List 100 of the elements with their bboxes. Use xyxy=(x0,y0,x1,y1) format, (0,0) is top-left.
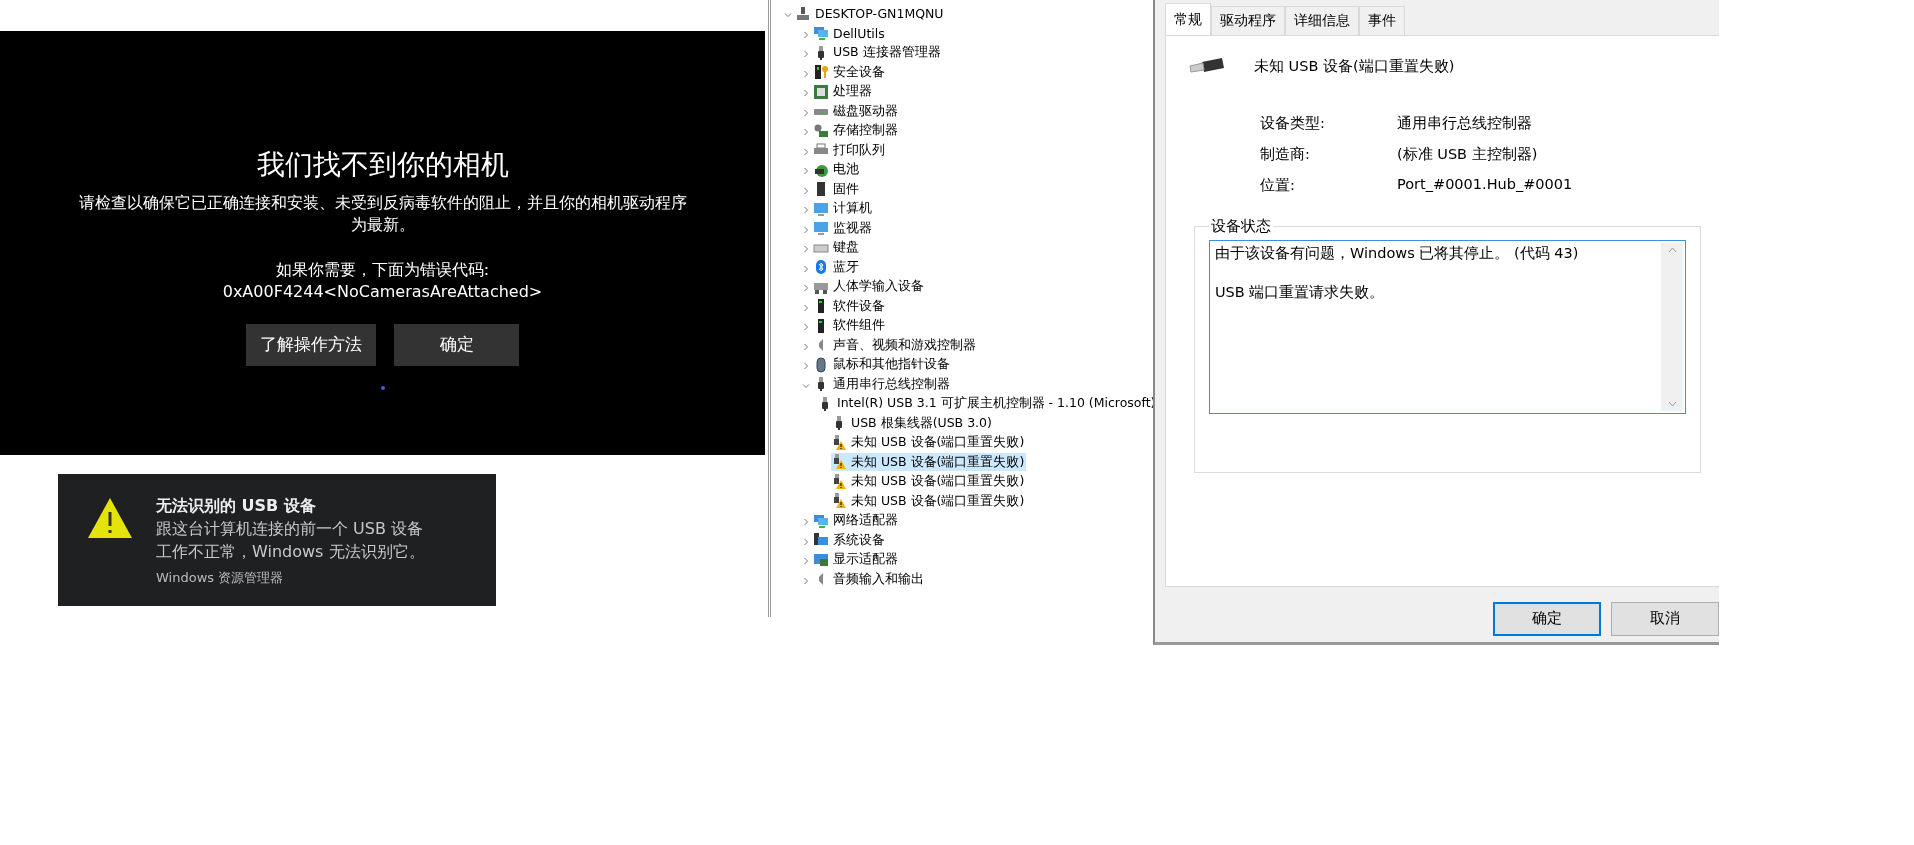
chevron-right-icon[interactable] xyxy=(802,537,810,546)
dialog-button[interactable]: 确定 xyxy=(1493,601,1601,636)
chevron-right-icon[interactable] xyxy=(802,303,810,312)
notification-title: 无法识别的 USB 设备 xyxy=(156,496,317,517)
tree-item[interactable]: 未知 USB 设备(端口重置失败) xyxy=(831,453,1027,472)
tree-item[interactable]: 显示适配器 xyxy=(813,550,900,569)
status-text-field[interactable]: 由于该设备有问题，Windows 已将其停止。 (代码 43) USB 端口重置请求失败。 xyxy=(1209,240,1686,414)
chevron-right-icon[interactable] xyxy=(802,518,810,527)
computer-icon xyxy=(795,5,811,22)
tree-item[interactable]: 磁盘驱动器 xyxy=(813,102,900,121)
tree-item[interactable]: 处理器 xyxy=(813,82,874,101)
dialog-button[interactable]: 确定 xyxy=(394,323,519,366)
chevron-right-icon[interactable] xyxy=(802,69,810,78)
network-icon xyxy=(813,512,829,529)
chevron-right-icon[interactable] xyxy=(802,576,810,585)
tab[interactable]: 详细信息 xyxy=(1285,6,1359,35)
device-name: 未知 USB 设备(端口重置失败) xyxy=(1254,56,1455,76)
tree-item[interactable]: Intel(R) USB 3.1 可扩展主机控制器 - 1.10 (Microsoft) xyxy=(817,394,1158,413)
tree-item[interactable]: 未知 USB 设备(端口重置失败) xyxy=(831,472,1027,491)
chevron-right-icon[interactable] xyxy=(802,89,810,98)
chevron-right-icon[interactable] xyxy=(802,245,810,254)
processor-chip-icon xyxy=(813,83,829,100)
error-code: 0xA00F4244<NoCamerasAreAttached> xyxy=(222,281,543,304)
chevron-right-icon[interactable] xyxy=(802,50,810,59)
tree-item[interactable]: 安全设备 xyxy=(813,63,887,82)
tree-item[interactable]: 人体学输入设备 xyxy=(813,277,926,296)
chevron-right-icon[interactable] xyxy=(802,323,810,332)
tree-item[interactable]: DESKTOP-GN1MQNU xyxy=(795,4,946,23)
chevron-right-icon[interactable] xyxy=(802,264,810,273)
warning-icon xyxy=(86,496,134,540)
chevron-right-icon[interactable] xyxy=(802,128,810,137)
usb-warning-icon xyxy=(831,493,847,510)
tree-item[interactable]: 未知 USB 设备(端口重置失败) xyxy=(831,492,1027,511)
tree-item[interactable]: 系统设备 xyxy=(813,531,887,550)
chevron-right-icon[interactable] xyxy=(802,167,810,176)
chevron-right-icon[interactable] xyxy=(802,186,810,195)
chevron-right-icon[interactable] xyxy=(802,30,810,39)
tree-item[interactable]: 鼠标和其他指针设备 xyxy=(813,355,952,374)
scroll-down-icon[interactable] xyxy=(1667,401,1677,407)
chevron-right-icon[interactable] xyxy=(802,206,810,215)
notification-message: 工作不正常，Windows 无法识别它。 xyxy=(156,541,425,563)
dialog-button[interactable]: 取消 xyxy=(1611,601,1719,636)
error-title: 我们找不到你的相机 xyxy=(256,147,509,183)
tree-item[interactable]: 网络适配器 xyxy=(813,511,900,530)
tab[interactable]: 事件 xyxy=(1359,6,1405,35)
tree-item[interactable]: 打印队列 xyxy=(813,141,887,160)
tab[interactable]: 驱动程序 xyxy=(1211,6,1285,35)
error-code-label: 如果你需要，下面为错误代码: xyxy=(274,258,491,281)
chevron-right-icon[interactable] xyxy=(802,342,810,351)
tree-item[interactable]: 未知 USB 设备(端口重置失败) xyxy=(831,433,1027,452)
property-label: 设备类型: xyxy=(1260,114,1326,133)
chevron-right-icon[interactable] xyxy=(802,557,810,566)
scroll-bar[interactable] xyxy=(1661,243,1683,411)
chevron-right-icon[interactable] xyxy=(802,362,810,371)
bluetooth-icon xyxy=(813,259,829,276)
tree-item[interactable]: 软件组件 xyxy=(813,316,887,335)
tree-item[interactable]: DellUtils xyxy=(813,24,887,43)
tree-item[interactable]: 监视器 xyxy=(813,219,874,238)
chevron-right-icon[interactable] xyxy=(802,108,810,117)
tree-item[interactable]: 通用串行总线控制器 xyxy=(813,375,952,394)
tree-item[interactable]: 蓝牙 xyxy=(813,258,861,277)
tree-item[interactable]: 电池 xyxy=(813,160,861,179)
notification-message: 跟这台计算机连接的前一个 USB 设备 xyxy=(156,519,424,540)
network-icon xyxy=(813,25,829,42)
group-title: 设备状态 xyxy=(1210,217,1272,236)
speaker-icon xyxy=(819,573,823,586)
tree-item[interactable]: 软件设备 xyxy=(813,297,887,316)
chevron-down-icon[interactable] xyxy=(802,381,810,390)
scroll-up-icon[interactable] xyxy=(1667,247,1677,253)
usb-warning-icon xyxy=(831,454,847,471)
property-value: (标准 USB 主控制器) xyxy=(1397,145,1539,164)
tree-item[interactable]: 计算机 xyxy=(813,199,874,218)
tree-item[interactable]: USB 连接器管理器 xyxy=(813,43,943,62)
tab[interactable]: 常规 xyxy=(1165,3,1211,36)
display-adapter-icon xyxy=(813,551,829,568)
chevron-down-icon[interactable] xyxy=(784,11,792,20)
property-label: 制造商: xyxy=(1260,145,1311,164)
chevron-right-icon[interactable] xyxy=(802,284,810,293)
error-message: 请检查以确保它已正确连接和安装、未受到反病毒软件的阻止，并且你的相机驱动程序为最新。 xyxy=(77,192,688,237)
security-key-icon xyxy=(813,64,829,81)
usb-warning-icon xyxy=(831,434,847,451)
progress-dot-icon xyxy=(380,385,385,390)
monitor-icon xyxy=(813,220,829,237)
tree-item[interactable]: 存储控制器 xyxy=(813,121,900,140)
chevron-right-icon[interactable] xyxy=(802,147,810,156)
tree-item[interactable]: 音频输入和输出 xyxy=(813,570,926,589)
monitor-icon xyxy=(813,200,829,217)
tree-item[interactable]: 固件 xyxy=(813,180,861,199)
property-value: 通用串行总线控制器 xyxy=(1397,114,1533,133)
notification-source: Windows 资源管理器 xyxy=(156,568,285,587)
tree-item[interactable]: 键盘 xyxy=(813,238,861,257)
tree-item[interactable]: USB 根集线器(USB 3.0) xyxy=(831,414,994,433)
property-value: Port_#0001.Hub_#0001 xyxy=(1397,176,1574,194)
chevron-right-icon[interactable] xyxy=(802,225,810,234)
tree-item[interactable]: 声音、视频和游戏控制器 xyxy=(813,336,978,355)
property-label: 位置: xyxy=(1260,176,1296,195)
dialog-button[interactable]: 了解操作方法 xyxy=(246,323,376,366)
storage-controller-icon xyxy=(813,122,829,139)
speaker-icon xyxy=(819,339,823,352)
usb-warning-icon xyxy=(831,473,847,490)
